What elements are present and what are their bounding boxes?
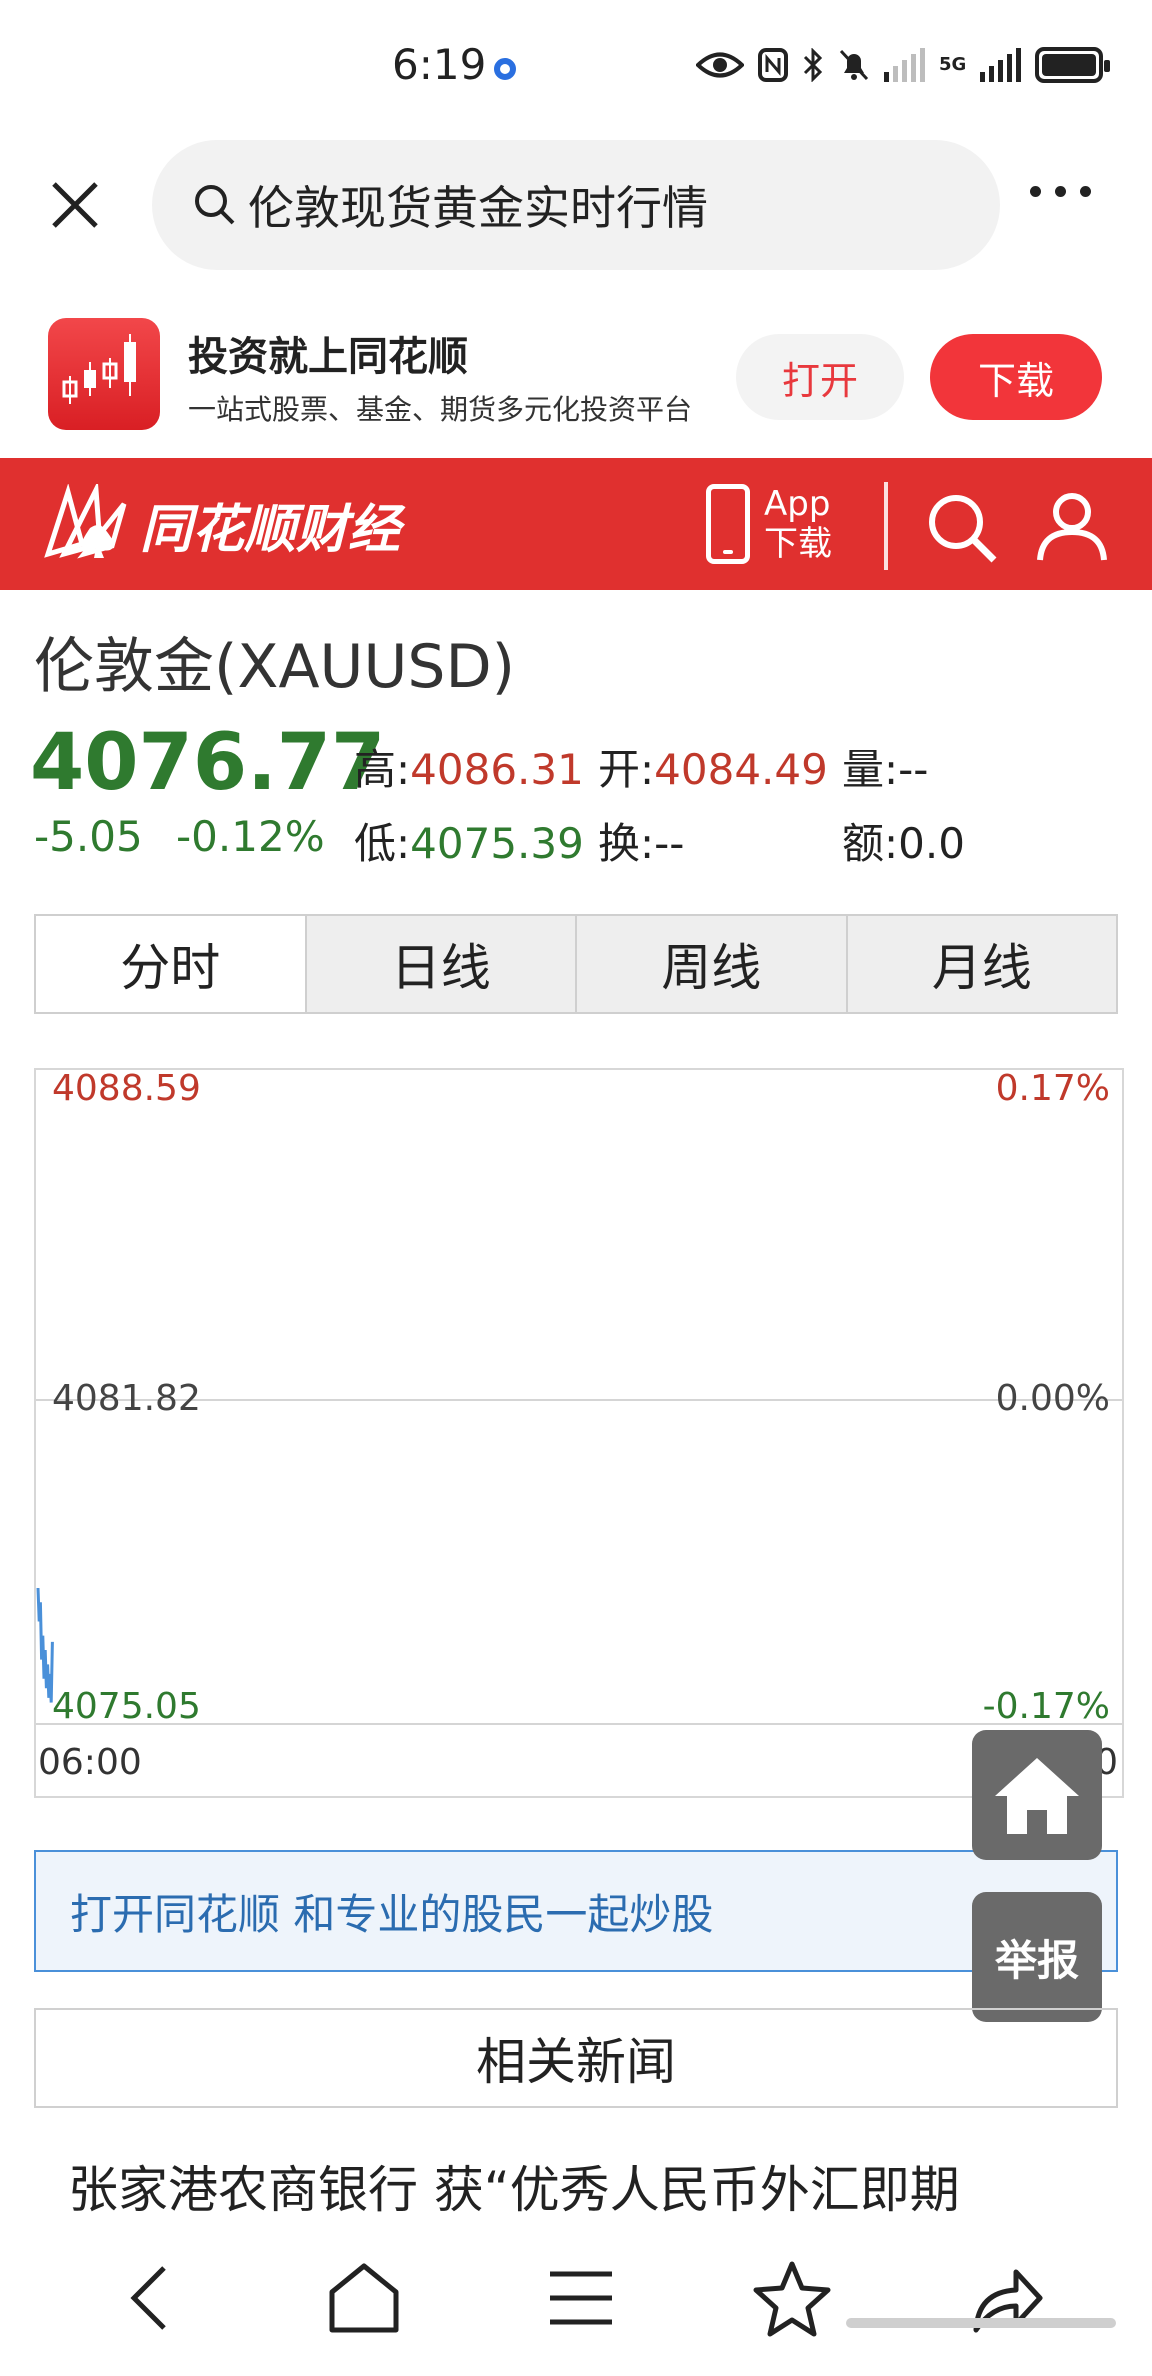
y-max-label: 4088.59 [52, 1070, 201, 1109]
chart-svg: 4088.59 0.17% 4081.82 0.00% 4075.05 -0.1… [36, 1070, 1122, 1783]
more-options-icon[interactable] [1030, 186, 1091, 197]
home-icon [995, 1758, 1079, 1834]
current-price: 4076.77 [30, 718, 386, 808]
nfc-icon [758, 48, 788, 82]
amount-label: 额: [842, 819, 899, 868]
promo-banner[interactable]: 打开同花顺 和专业的股民一起炒股 › [34, 1850, 1118, 1972]
amount-stat: 额:0.0 [842, 810, 965, 871]
phone-icon [706, 484, 750, 564]
related-news-heading[interactable]: 相关新闻 [34, 2008, 1118, 2108]
status-icons: 5G [696, 42, 1111, 88]
intraday-chart: 4088.59 0.17% 4081.82 0.00% 4075.05 -0.1… [34, 1068, 1124, 1798]
low-stat: 低:4075.39 [354, 810, 584, 871]
open-label: 开: [598, 745, 655, 794]
search-query: 伦敦现货黄金实时行情 [248, 181, 708, 235]
turnover-stat: 换:-- [598, 810, 684, 871]
app-description: 一站式股票、基金、期货多元化投资平台 [188, 393, 693, 426]
signal-icon [884, 48, 925, 82]
home-float-button[interactable] [972, 1730, 1102, 1860]
volume-value: -- [898, 745, 929, 794]
low-label: 低: [354, 819, 411, 868]
eye-icon [696, 52, 744, 78]
battery-icon [1035, 47, 1111, 83]
instrument-name: 伦敦金(XAUUSD) [34, 632, 516, 702]
bluetooth-icon [803, 48, 823, 82]
download-app-button[interactable]: 下载 [930, 334, 1102, 420]
status-time: 6:19 [392, 40, 487, 89]
tab-weekly[interactable]: 周线 [575, 916, 846, 1012]
menu-icon[interactable] [546, 2258, 616, 2338]
search-icon [195, 185, 235, 225]
mute-bell-icon [839, 49, 869, 81]
back-icon[interactable] [120, 2258, 180, 2338]
low-value: 4075.39 [410, 819, 584, 868]
fan-logo-icon [44, 484, 127, 559]
search-row: 伦敦现货黄金实时行情 [0, 138, 1152, 272]
app-banner: 投资就上同花顺 一站式股票、基金、期货多元化投资平台 打开 下载 [0, 304, 1152, 454]
pct-min-label: -0.17% [983, 1686, 1110, 1727]
app-logo [48, 318, 160, 430]
price-change: -5.05 -0.12% [34, 812, 325, 861]
tab-monthly[interactable]: 月线 [845, 916, 1116, 1012]
high-stat: 高:4086.31 [354, 736, 584, 797]
promo-text: 打开同花顺 和专业的股民一起炒股 [70, 1889, 714, 1939]
signal-icon [980, 48, 1022, 82]
high-value: 4086.31 [410, 745, 584, 794]
home-nav-icon[interactable] [324, 2258, 404, 2338]
pct-max-label: 0.17% [996, 1070, 1110, 1109]
pct-mid-label: 0.00% [996, 1378, 1110, 1419]
x-start-label: 06:00 [38, 1742, 142, 1783]
report-button[interactable]: 举报 [972, 1892, 1102, 2022]
tab-intraday[interactable]: 分时 [36, 916, 305, 1012]
search-input[interactable]: 伦敦现货黄金实时行情 [152, 140, 1000, 270]
star-icon[interactable] [752, 2258, 832, 2338]
news-item[interactable]: 张家港农商银行 获“优秀人民币外汇即期 [68, 2150, 960, 2222]
volume-stat: 量:-- [842, 736, 928, 797]
app-download-label: 下载 [764, 524, 832, 564]
site-logo-text: 同花顺财经 [140, 499, 401, 560]
header-search-icon[interactable] [924, 490, 1000, 566]
close-icon[interactable] [40, 170, 110, 240]
gesture-bar [846, 2318, 1116, 2328]
app-name: 投资就上同花顺 [188, 334, 468, 380]
turnover-value: -- [654, 819, 685, 868]
tab-daily[interactable]: 日线 [304, 916, 575, 1012]
site-header: 同花顺财经 App 下载 [0, 458, 1152, 590]
bottom-nav [0, 2236, 1152, 2376]
app-download-link[interactable]: App 下载 [706, 484, 832, 564]
turnover-label: 换: [598, 819, 655, 868]
location-dot-icon [494, 58, 516, 80]
price-series-line [36, 1587, 54, 1703]
high-label: 高: [354, 745, 411, 794]
y-min-label: 4075.05 [52, 1686, 201, 1727]
change-value: -5.05 [34, 812, 143, 861]
amount-value: 0.0 [898, 819, 965, 868]
open-value: 4084.49 [654, 745, 828, 794]
site-logo[interactable]: 同花顺财经 [38, 482, 400, 566]
app-label: App [764, 484, 831, 524]
network-label: 5G [939, 54, 967, 75]
header-divider [884, 482, 888, 570]
volume-label: 量: [842, 745, 899, 794]
y-mid-label: 4081.82 [52, 1378, 201, 1419]
status-bar: 6:19 5G [0, 0, 1152, 130]
user-icon[interactable] [1034, 488, 1110, 564]
candlestick-icon [62, 334, 136, 404]
open-app-button[interactable]: 打开 [736, 334, 904, 420]
change-percent: -0.12% [176, 812, 325, 861]
chart-period-tabs: 分时 日线 周线 月线 [34, 914, 1118, 1014]
open-stat: 开:4084.49 [598, 736, 828, 797]
